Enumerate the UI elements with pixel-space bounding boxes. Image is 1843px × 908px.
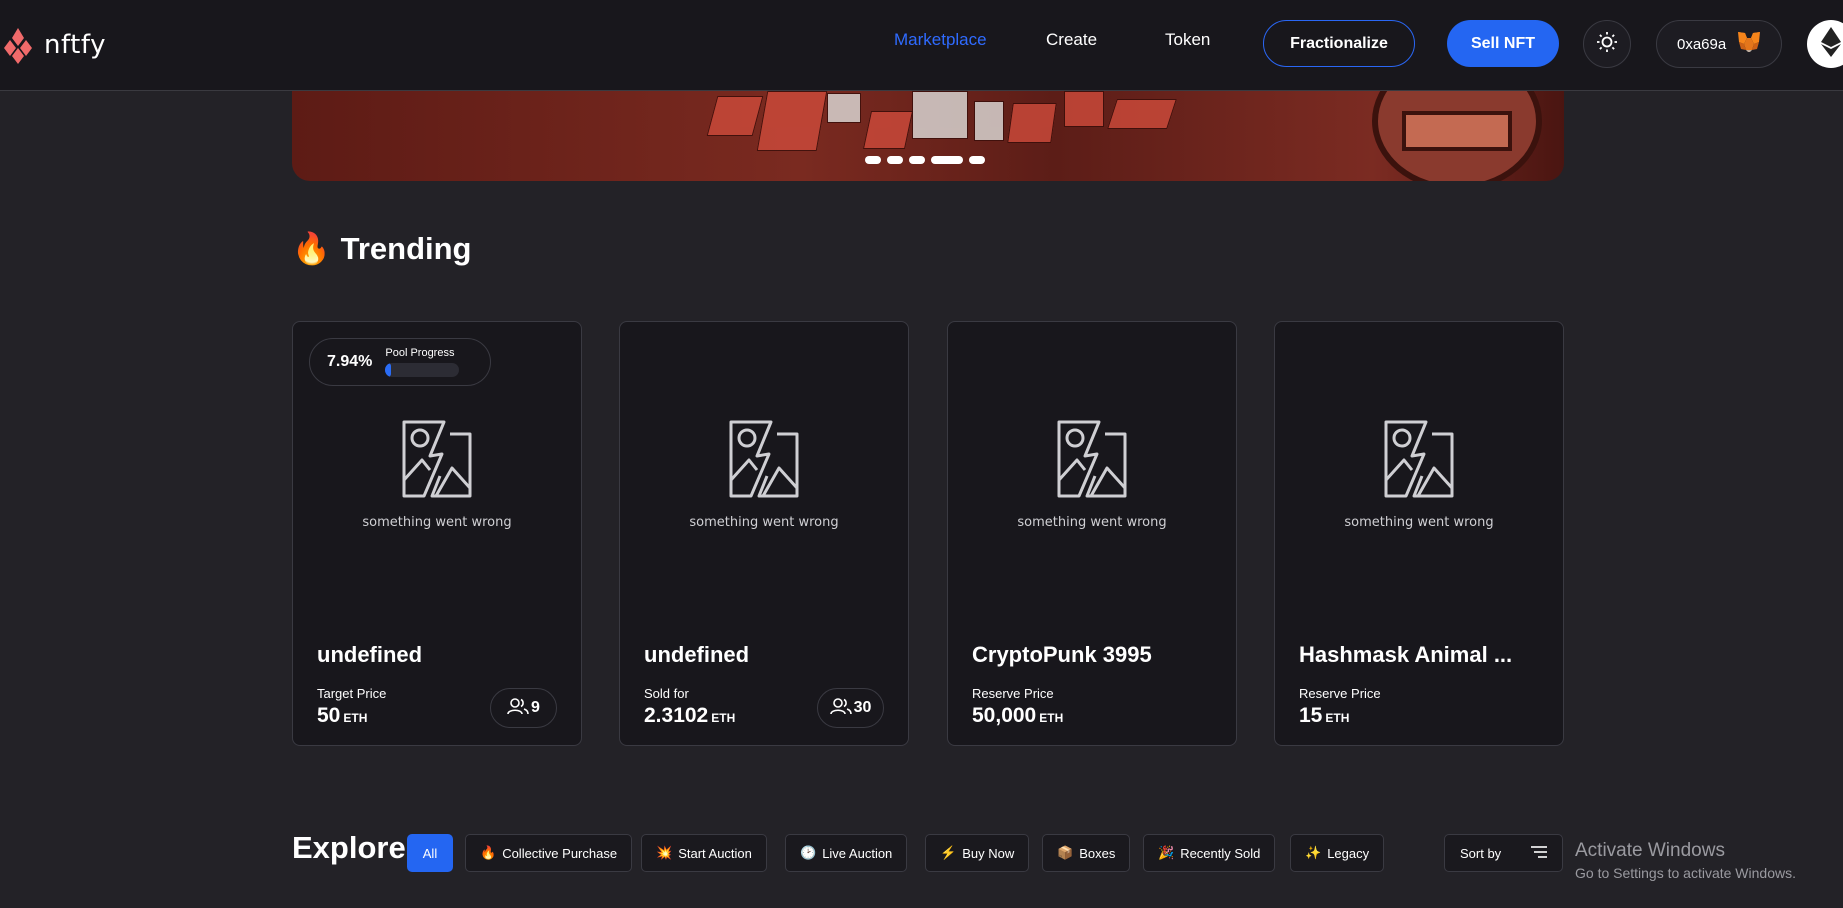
- price-unit: ETH: [1039, 711, 1064, 725]
- price-value: 2.3102 ETH: [644, 704, 736, 727]
- price-unit: ETH: [1325, 711, 1350, 725]
- collision-icon: 💥: [656, 845, 673, 860]
- filter-label: Collective Purchase: [502, 845, 618, 861]
- card-title: CryptoPunk 3995: [972, 642, 1152, 667]
- error-message: something went wrong: [1344, 515, 1494, 530]
- sort-label: Sort by: [1460, 845, 1502, 861]
- carousel-dots: [865, 156, 985, 164]
- image-placeholder: something went wrong: [620, 418, 908, 530]
- fractionalize-button[interactable]: Fractionalize: [1263, 20, 1415, 67]
- pool-progress-bar: [385, 363, 460, 377]
- party-icon: 🎉: [1158, 845, 1175, 860]
- box-icon: 📦: [1057, 845, 1074, 860]
- trending-heading: 🔥 Trending: [292, 230, 472, 267]
- card-title: undefined: [317, 642, 423, 667]
- carousel-dot-active[interactable]: [931, 156, 963, 164]
- price-value: 15 ETH: [1299, 704, 1350, 727]
- wallet-button[interactable]: 0xa69a: [1656, 20, 1782, 68]
- broken-image-icon: [1382, 418, 1456, 503]
- filter-label: Start Auction: [678, 845, 752, 861]
- price-value: 50,000 ETH: [972, 704, 1064, 727]
- trending-title: Trending: [340, 230, 472, 266]
- theme-toggle-button[interactable]: [1583, 20, 1631, 68]
- users-icon: [507, 697, 529, 720]
- wallet-address: 0xa69a: [1677, 35, 1727, 53]
- price-label: Reserve Price: [972, 686, 1054, 701]
- sell-nft-button[interactable]: Sell NFT: [1447, 20, 1559, 67]
- lightning-icon: ⚡: [940, 845, 957, 860]
- windows-activation-watermark: Activate Windows Go to Settings to activ…: [1575, 840, 1796, 881]
- price-label: Reserve Price: [1299, 686, 1381, 701]
- pool-percentage: 7.94%: [327, 353, 373, 370]
- price-label: Target Price: [317, 686, 387, 701]
- nav-token[interactable]: Token: [1165, 30, 1210, 50]
- brand-logo[interactable]: nftfy: [0, 22, 106, 68]
- filter-label: All: [422, 845, 438, 861]
- participants-badge: 30: [817, 688, 884, 728]
- fire-icon: 🔥: [480, 845, 497, 860]
- carousel-dot[interactable]: [887, 156, 903, 164]
- nft-card[interactable]: something went wrong undefined Sold for …: [619, 321, 909, 746]
- filter-label: Buy Now: [962, 845, 1015, 861]
- watermark-line-1: Activate Windows: [1575, 840, 1725, 861]
- filter-legacy[interactable]: ✨ Legacy: [1290, 834, 1385, 872]
- sun-icon: [1596, 31, 1618, 58]
- participants-badge: 9: [490, 688, 557, 728]
- ethereum-icon: [1821, 26, 1841, 62]
- carousel-dot[interactable]: [909, 156, 925, 164]
- nft-card[interactable]: something went wrong CryptoPunk 3995 Res…: [947, 321, 1237, 746]
- users-icon: [829, 697, 852, 720]
- filter-recently-sold[interactable]: 🎉 Recently Sold: [1143, 834, 1276, 872]
- filter-all[interactable]: All: [407, 834, 453, 872]
- participants-count: 30: [853, 699, 872, 716]
- broken-image-icon: [727, 418, 801, 503]
- pool-progress-label: Pool Progress: [385, 347, 455, 359]
- sparkles-icon: ✨: [1305, 845, 1322, 860]
- nav-marketplace[interactable]: Marketplace: [894, 30, 987, 50]
- sort-lines-icon: [1530, 845, 1548, 862]
- clock-icon: 🕑: [800, 845, 817, 860]
- price-unit: ETH: [343, 711, 368, 725]
- network-button[interactable]: [1807, 20, 1843, 68]
- explore-heading: Explore: [292, 830, 406, 865]
- top-navbar: nftfy Marketplace Create Token Fractiona…: [0, 0, 1843, 91]
- filter-live-auction[interactable]: 🕑 Live Auction: [785, 834, 908, 872]
- filter-boxes[interactable]: 📦 Boxes: [1042, 834, 1131, 872]
- card-title: Hashmask Animal ...: [1299, 642, 1513, 667]
- fire-icon: 🔥: [292, 231, 331, 266]
- watermark-line-2: Go to Settings to activate Windows.: [1575, 865, 1796, 881]
- filter-label: Boxes: [1079, 845, 1116, 861]
- image-placeholder: something went wrong: [293, 418, 581, 530]
- carousel-dot[interactable]: [865, 156, 881, 164]
- error-message: something went wrong: [689, 515, 839, 530]
- nft-card[interactable]: something went wrong Hashmask Animal ...…: [1274, 321, 1564, 746]
- filter-label: Recently Sold: [1180, 845, 1261, 861]
- filter-buy-now[interactable]: ⚡ Buy Now: [925, 834, 1030, 872]
- filter-start-auction[interactable]: 💥 Start Auction: [641, 834, 767, 872]
- pool-progress-pill: 7.94% Pool Progress: [309, 338, 491, 386]
- price-label: Sold for: [644, 686, 689, 701]
- broken-image-icon: [400, 418, 474, 503]
- brand-name: nftfy: [44, 30, 106, 60]
- logo-icon: [0, 22, 36, 68]
- sort-dropdown[interactable]: Sort by: [1444, 834, 1563, 872]
- broken-image-icon: [1055, 418, 1129, 503]
- price-unit: ETH: [711, 711, 736, 725]
- metamask-fox-icon: [1736, 30, 1762, 58]
- filter-label: Legacy: [1327, 845, 1370, 861]
- error-message: something went wrong: [362, 515, 512, 530]
- participants-count: 9: [531, 699, 540, 716]
- card-title: undefined: [644, 642, 750, 667]
- image-placeholder: something went wrong: [1275, 418, 1563, 530]
- carousel-dot[interactable]: [969, 156, 985, 164]
- filter-label: Live Auction: [822, 845, 893, 861]
- featured-banner[interactable]: [292, 91, 1564, 181]
- image-placeholder: something went wrong: [948, 418, 1236, 530]
- error-message: something went wrong: [1017, 515, 1167, 530]
- nft-card[interactable]: 7.94% Pool Progress something went wrong…: [292, 321, 582, 746]
- nav-create[interactable]: Create: [1046, 30, 1097, 50]
- filter-collective-purchase[interactable]: 🔥 Collective Purchase: [465, 834, 633, 872]
- price-value: 50 ETH: [317, 704, 368, 727]
- pool-progress-fill: [385, 363, 392, 377]
